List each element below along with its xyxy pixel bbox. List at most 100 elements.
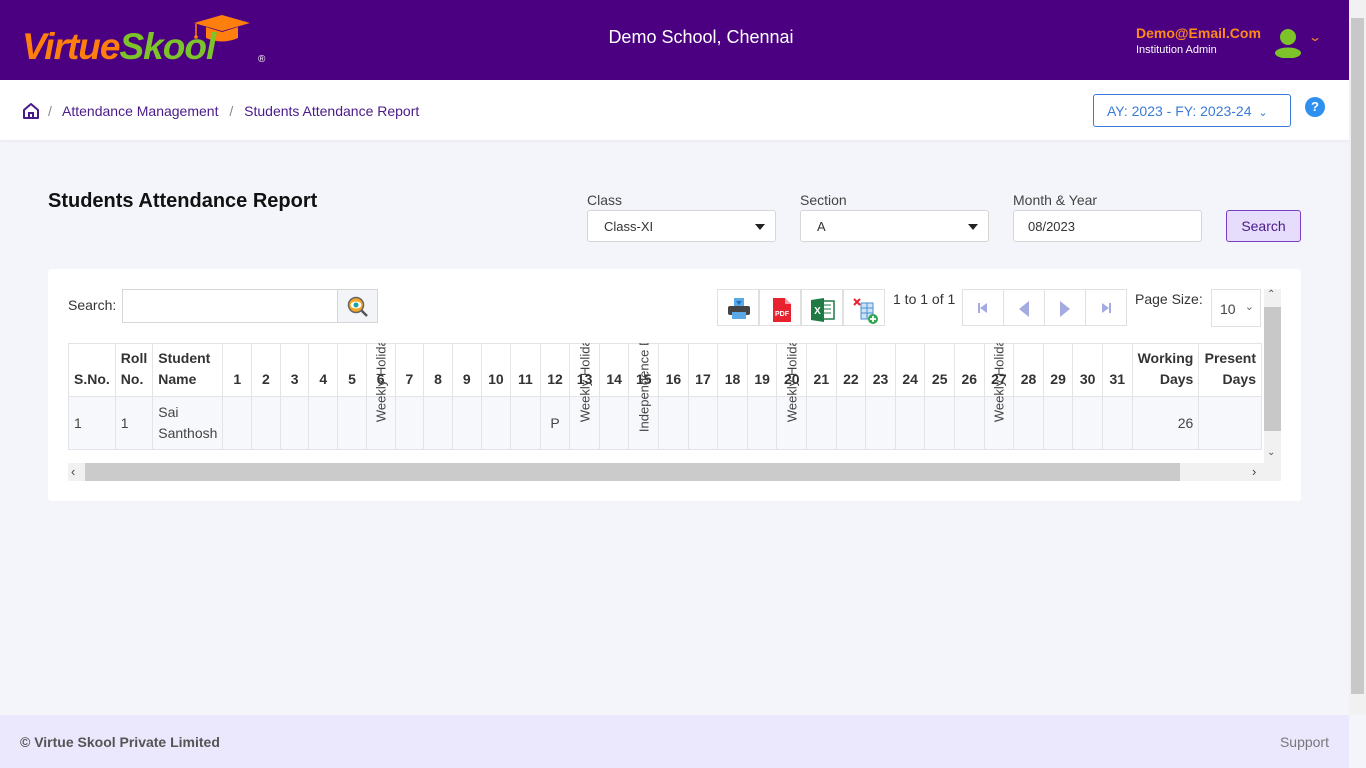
page-scroll-thumb[interactable] (1351, 18, 1364, 694)
scroll-left-icon[interactable]: ‹ (71, 464, 75, 479)
cell-day-9 (451, 396, 482, 450)
cell-day-3 (279, 396, 310, 450)
cell-day-2 (251, 396, 281, 450)
scroll-right-icon[interactable]: › (1252, 464, 1256, 479)
user-role: Institution Admin (1136, 44, 1217, 56)
column-header-day-17[interactable]: 17 (687, 343, 719, 397)
column-header-day-24[interactable]: 24 (894, 343, 926, 397)
first-page-button[interactable] (962, 289, 1004, 326)
support-link[interactable]: Support (1280, 734, 1329, 750)
column-header-day-22[interactable]: 22 (835, 343, 867, 397)
column-header-day-2[interactable]: 2 (251, 343, 281, 397)
cell-day-13-holiday: Weekly Holiday (569, 343, 600, 450)
column-header-sno[interactable]: S.No. (68, 343, 116, 397)
home-icon[interactable] (22, 102, 40, 120)
column-header-day-29[interactable]: 29 (1042, 343, 1074, 397)
cell-day-29 (1042, 396, 1074, 450)
grid-search-button[interactable] (337, 289, 378, 323)
cell-present-days (1198, 396, 1262, 450)
svg-text:PDF: PDF (775, 311, 790, 318)
search-button[interactable]: Search (1226, 210, 1301, 242)
column-header-day-21[interactable]: 21 (806, 343, 837, 397)
section-select[interactable]: A (800, 210, 989, 242)
paging-info: 1 to 1 of 1 (893, 291, 956, 307)
holiday-label: Independence Day (636, 343, 652, 433)
class-select[interactable]: Class-XI (587, 210, 776, 242)
grid-horizontal-scrollbar[interactable]: ‹ › (68, 463, 1281, 481)
excel-export-button[interactable]: X (801, 289, 843, 326)
academic-year-dropdown[interactable]: AY: 2023 - FY: 2023-24 ⌄ (1093, 94, 1291, 127)
page-vertical-scrollbar[interactable] (1349, 0, 1366, 715)
column-header-present-days[interactable]: Present Days (1198, 343, 1262, 397)
user-avatar-icon[interactable] (1275, 28, 1301, 58)
column-header-day-18[interactable]: 18 (717, 343, 748, 397)
column-header-day-8[interactable]: 8 (423, 343, 453, 397)
cell-day-14 (598, 396, 630, 450)
caret-down-icon (755, 224, 765, 230)
column-header-day-10[interactable]: 10 (480, 343, 512, 397)
cell-day-24 (894, 396, 926, 450)
table-row[interactable]: 1 1 Sai Santhosh Weekly Holiday P Weekly Holid… (68, 343, 1262, 450)
column-header-day-1[interactable]: 1 (222, 343, 253, 397)
clear-filter-icon (853, 298, 878, 324)
cell-day-17 (687, 396, 719, 450)
footer: © Virtue Skool Private Limited Support (0, 715, 1349, 768)
column-header-day-11[interactable]: 11 (510, 343, 541, 397)
previous-page-button[interactable] (1003, 289, 1045, 326)
column-header-day-31[interactable]: 31 (1101, 343, 1133, 397)
grid-search-label: Search: (68, 297, 117, 313)
grid-vertical-scrollbar[interactable]: ⌃ ⌄ (1264, 289, 1281, 465)
column-header-day-26[interactable]: 26 (954, 343, 985, 397)
column-header-day-3[interactable]: 3 (279, 343, 310, 397)
breadcrumb-students-attendance-report[interactable]: Students Attendance Report (244, 103, 419, 119)
column-header-day-30[interactable]: 30 (1072, 343, 1103, 397)
cell-day-23 (865, 396, 896, 450)
breadcrumb-attendance-management[interactable]: Attendance Management (62, 103, 218, 119)
class-label: Class (587, 192, 623, 208)
column-header-roll-no[interactable]: Roll No. (114, 343, 154, 397)
cell-day-6-holiday: Weekly Holiday (365, 343, 396, 450)
column-header-day-25[interactable]: 25 (924, 343, 955, 397)
column-header-day-9[interactable]: 9 (451, 343, 482, 397)
clear-filter-button[interactable] (843, 289, 885, 326)
column-header-day-12[interactable]: 12 (539, 343, 571, 397)
column-header-day-4[interactable]: 4 (308, 343, 339, 397)
cell-day-15-holiday: Independence Day (628, 343, 660, 450)
cell-day-12: P (539, 396, 571, 450)
cell-day-7 (394, 396, 425, 450)
print-button[interactable] (717, 289, 759, 326)
column-header-working-days[interactable]: Working Days (1131, 343, 1200, 397)
cell-day-10 (480, 396, 512, 450)
column-header-day-5[interactable]: 5 (337, 343, 367, 397)
grid-search-input[interactable] (122, 289, 338, 323)
column-header-day-16[interactable]: 16 (658, 343, 689, 397)
page-size-select[interactable]: 10 ⌄ (1211, 289, 1261, 327)
print-icon (728, 298, 750, 319)
grid-vertical-scroll-thumb[interactable] (1264, 307, 1281, 431)
cell-day-18 (717, 396, 748, 450)
cell-day-8 (423, 396, 453, 450)
column-header-day-28[interactable]: 28 (1013, 343, 1044, 397)
registered-mark: ® (258, 54, 266, 65)
scroll-up-icon[interactable]: ⌃ (1267, 289, 1275, 300)
first-page-icon (978, 303, 987, 313)
column-header-day-19[interactable]: 19 (746, 343, 778, 397)
last-page-button[interactable] (1085, 289, 1127, 326)
user-email[interactable]: Demo@Email.Com (1136, 25, 1261, 41)
month-year-input[interactable]: 08/2023 (1013, 210, 1202, 242)
user-menu-chevron-icon[interactable]: ⌄ (1308, 30, 1322, 44)
column-header-day-7[interactable]: 7 (394, 343, 425, 397)
column-header-day-14[interactable]: 14 (598, 343, 630, 397)
pdf-export-button[interactable]: PDF (759, 289, 801, 326)
column-header-day-23[interactable]: 23 (865, 343, 896, 397)
column-header-student-name[interactable]: Student Name (152, 343, 224, 397)
next-page-button[interactable] (1044, 289, 1086, 326)
cell-day-25 (924, 396, 955, 450)
help-icon[interactable]: ? (1305, 97, 1325, 117)
breadcrumb: / Attendance Management / Students Atten… (48, 103, 420, 119)
last-page-icon (1102, 303, 1111, 313)
grid-horizontal-scroll-thumb[interactable] (85, 463, 1180, 481)
scroll-down-icon[interactable]: ⌄ (1267, 447, 1275, 458)
holiday-label: Weekly Holiday (784, 343, 800, 423)
cell-day-11 (510, 396, 541, 450)
